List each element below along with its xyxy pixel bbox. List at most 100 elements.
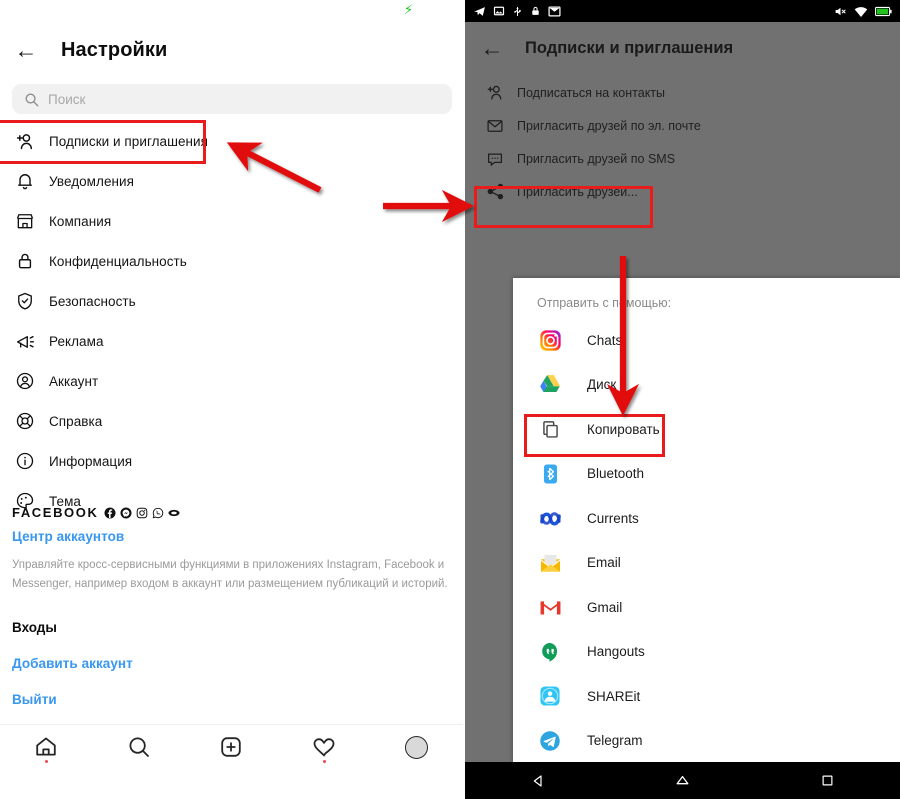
share-target-chats[interactable]: Chats [513, 318, 900, 363]
share-target-label: Копировать [587, 421, 660, 437]
back-arrow-icon[interactable]: ← [13, 37, 39, 63]
sidebar-item-ads[interactable]: Реклама [0, 321, 463, 361]
page-title: Настройки [61, 38, 168, 61]
whatsapp-icon [153, 507, 164, 519]
right-header: ← Подписки и приглашения [465, 22, 900, 74]
usb-icon [514, 6, 521, 16]
sidebar-item-security[interactable]: Безопасность [0, 281, 463, 321]
sidebar-item-label: Уведомления [49, 173, 134, 189]
android-home-button[interactable] [663, 762, 703, 799]
facebook-family-icons [104, 507, 180, 519]
envelope-icon [485, 116, 505, 136]
person-add-icon [485, 83, 505, 103]
sidebar-item-label: Информация [49, 453, 133, 469]
sidebar-item-label: Безопасность [49, 293, 136, 309]
facebook-section: FACEBOOK Центр аккаунтов Управляйте крос… [12, 505, 457, 707]
android-system-nav [465, 762, 900, 799]
search-icon [24, 92, 39, 107]
menu-item-invite-sms[interactable]: Пригласить друзей по SMS [465, 142, 900, 175]
nav-profile-button[interactable] [370, 725, 463, 770]
nav-search-button[interactable] [93, 725, 186, 770]
status-right-icons [834, 0, 892, 22]
share-target-label: Диск [587, 377, 617, 393]
copy-icon [537, 416, 563, 442]
facebook-description: Управляйте кросс-сервисными функциями в … [12, 559, 448, 590]
menu-item-invite-email[interactable]: Пригласить друзей по эл. почте [465, 109, 900, 142]
settings-menu-list: Подписки и приглашения Уведомления Компа… [0, 121, 463, 521]
mute-icon [835, 7, 846, 15]
share-target-email[interactable]: Email [513, 541, 900, 586]
telegram-icon [474, 6, 485, 16]
bluetooth-icon [537, 461, 563, 487]
right-phone-screen: ← Подписки и приглашения Подписаться на … [465, 0, 900, 799]
share-target-gmail[interactable]: Gmail [513, 585, 900, 630]
android-back-button[interactable] [518, 762, 558, 799]
hangouts-icon [537, 639, 563, 665]
lock-icon [532, 6, 539, 15]
share-target-shareit[interactable]: SHAREit [513, 674, 900, 719]
nav-home-button[interactable] [0, 725, 93, 770]
google-drive-icon [537, 372, 563, 398]
menu-item-follow-contacts[interactable]: Подписаться на контакты [465, 76, 900, 109]
share-target-telegram[interactable]: Telegram [513, 719, 900, 764]
share-target-label: Gmail [587, 599, 623, 615]
add-post-icon [221, 737, 242, 757]
menu-item-label: Пригласить друзей по эл. почте [517, 118, 701, 133]
accounts-center-link[interactable]: Центр аккаунтов [12, 529, 457, 544]
menu-item-label: Пригласить друзей по SMS [517, 151, 676, 166]
share-target-hangouts[interactable]: Hangouts [513, 630, 900, 675]
sms-bubble-icon [485, 149, 505, 169]
home-icon [36, 737, 56, 756]
nav-add-post-button[interactable] [185, 725, 278, 770]
share-target-currents[interactable]: Currents [513, 496, 900, 541]
android-recents-button[interactable] [808, 762, 848, 799]
add-account-link[interactable]: Добавить аккаунт [12, 656, 457, 671]
back-arrow-icon[interactable]: ← [479, 35, 505, 61]
sidebar-item-label: Реклама [49, 333, 104, 349]
person-add-icon [14, 130, 36, 152]
sidebar-item-notifications[interactable]: Уведомления [0, 161, 463, 201]
mail-icon [548, 6, 561, 16]
share-target-copy[interactable]: Копировать [513, 407, 900, 452]
left-phone-screen: ⚡ ← Настройки Поиск Подписки и приглашен… [0, 0, 463, 799]
battery-icon [875, 6, 892, 16]
share-target-bluetooth[interactable]: Bluetooth [513, 452, 900, 497]
facebook-icon [104, 507, 116, 519]
share-target-label: Email [587, 555, 621, 571]
sidebar-item-company[interactable]: Компания [0, 201, 463, 241]
share-nodes-icon [485, 182, 505, 202]
sidebar-item-label: Аккаунт [49, 373, 99, 389]
logins-heading: Входы [12, 619, 57, 635]
sidebar-item-label: Компания [49, 213, 112, 229]
info-icon [14, 450, 36, 472]
heart-icon [313, 738, 335, 757]
sidebar-item-label: Справка [49, 413, 103, 429]
nav-activity-button[interactable] [278, 725, 371, 770]
menu-item-invite-share[interactable]: Пригласить друзей... [465, 175, 900, 208]
facebook-title-row: FACEBOOK [12, 505, 457, 520]
share-target-list: Chats Диск Копировать Bluetooth Currents… [513, 318, 900, 763]
share-target-label: Bluetooth [587, 466, 645, 482]
wifi-icon [854, 6, 868, 17]
megaphone-icon [14, 330, 36, 352]
share-target-label: Currents [587, 510, 639, 526]
share-target-drive[interactable]: Диск [513, 363, 900, 408]
left-header: ← Настройки [0, 22, 463, 78]
profile-avatar-icon [405, 735, 429, 759]
sidebar-item-privacy[interactable]: Конфиденциальность [0, 241, 463, 281]
sidebar-item-label: Подписки и приглашения [49, 133, 208, 149]
logout-link[interactable]: Выйти [12, 692, 457, 707]
instagram-bottom-nav [0, 724, 463, 769]
sidebar-item-account[interactable]: Аккаунт [0, 361, 463, 401]
sidebar-item-info[interactable]: Информация [0, 441, 463, 481]
page-title: Подписки и приглашения [525, 38, 734, 57]
activity-badge-dot [322, 759, 326, 763]
store-icon [14, 210, 36, 232]
lifebuoy-icon [14, 410, 36, 432]
sidebar-item-help[interactable]: Справка [0, 401, 463, 441]
sidebar-item-subscriptions[interactable]: Подписки и приглашения [0, 121, 463, 161]
home-badge-dot [44, 759, 48, 763]
search-placeholder: Поиск [48, 91, 86, 107]
search-input[interactable]: Поиск [12, 84, 452, 114]
instagram-icon [137, 507, 148, 519]
